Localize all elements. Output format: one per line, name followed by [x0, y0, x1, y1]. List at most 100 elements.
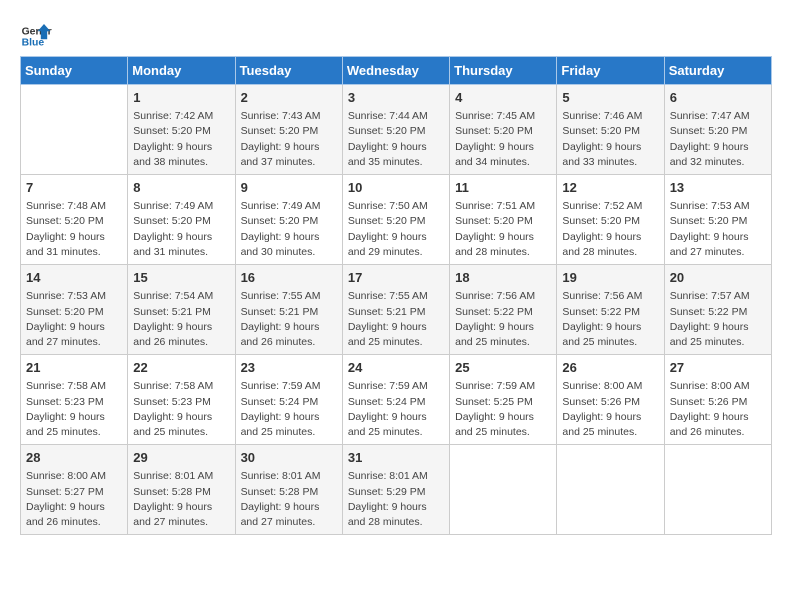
- calendar-cell: 25 Sunrise: 7:59 AMSunset: 5:25 PMDayligh…: [450, 355, 557, 445]
- day-number: 18: [455, 269, 551, 287]
- day-number: 26: [562, 359, 658, 377]
- calendar-cell: 5 Sunrise: 7:46 AMSunset: 5:20 PMDaylight…: [557, 85, 664, 175]
- calendar-cell: 18 Sunrise: 7:56 AMSunset: 5:22 PMDayligh…: [450, 265, 557, 355]
- day-number: 14: [26, 269, 122, 287]
- calendar-cell: 27 Sunrise: 8:00 AMSunset: 5:26 PMDayligh…: [664, 355, 771, 445]
- calendar-cell: 2Sunrise: 7:43 AMSunset: 5:20 PMDaylight…: [235, 85, 342, 175]
- day-number: 13: [670, 179, 766, 197]
- day-info: Sunrise: 7:54 AMSunset: 5:21 PMDaylight:…: [133, 289, 229, 350]
- day-info: Sunrise: 7:49 AMSunset: 5:20 PMDaylight:…: [133, 199, 229, 260]
- column-header-sunday: Sunday: [21, 57, 128, 85]
- day-number: 9: [241, 179, 337, 197]
- column-header-tuesday: Tuesday: [235, 57, 342, 85]
- day-info: Sunrise: 7:55 AMSunset: 5:21 PMDaylight:…: [241, 289, 337, 350]
- svg-text:Blue: Blue: [22, 38, 45, 49]
- page-header: General Blue: [20, 20, 772, 52]
- day-info: Sunrise: 7:49 AMSunset: 5:20 PMDaylight:…: [241, 199, 337, 260]
- calendar-cell: 6 Sunrise: 7:47 AMSunset: 5:20 PMDaylight…: [664, 85, 771, 175]
- day-info: Sunrise: 7:50 AMSunset: 5:20 PMDaylight:…: [348, 199, 444, 260]
- logo-icon: General Blue: [20, 20, 52, 52]
- calendar-cell: 20 Sunrise: 7:57 AMSunset: 5:22 PMDayligh…: [664, 265, 771, 355]
- day-number: 1: [133, 89, 229, 107]
- day-info: Sunrise: 7:47 AMSunset: 5:20 PMDaylight:…: [670, 109, 766, 170]
- day-number: 31: [348, 449, 444, 467]
- day-info: Sunrise: 7:46 AMSunset: 5:20 PMDaylight:…: [562, 109, 658, 170]
- calendar-cell: [21, 85, 128, 175]
- calendar-cell: 14 Sunrise: 7:53 AMSunset: 5:20 PMDayligh…: [21, 265, 128, 355]
- calendar-cell: 19 Sunrise: 7:56 AMSunset: 5:22 PMDayligh…: [557, 265, 664, 355]
- calendar-cell: [664, 445, 771, 535]
- column-header-saturday: Saturday: [664, 57, 771, 85]
- calendar-cell: 15 Sunrise: 7:54 AMSunset: 5:21 PMDayligh…: [128, 265, 235, 355]
- day-info: Sunrise: 7:58 AMSunset: 5:23 PMDaylight:…: [133, 379, 229, 440]
- day-number: 23: [241, 359, 337, 377]
- day-info: Sunrise: 7:45 AMSunset: 5:20 PMDaylight:…: [455, 109, 551, 170]
- calendar-cell: 21 Sunrise: 7:58 AMSunset: 5:23 PMDayligh…: [21, 355, 128, 445]
- calendar-cell: 10Sunrise: 7:50 AMSunset: 5:20 PMDayligh…: [342, 175, 449, 265]
- calendar-cell: 30 Sunrise: 8:01 AMSunset: 5:28 PMDayligh…: [235, 445, 342, 535]
- calendar-cell: [557, 445, 664, 535]
- day-info: Sunrise: 7:48 AMSunset: 5:20 PMDaylight:…: [26, 199, 122, 260]
- calendar-cell: 29 Sunrise: 8:01 AMSunset: 5:28 PMDayligh…: [128, 445, 235, 535]
- day-info: Sunrise: 7:59 AMSunset: 5:24 PMDaylight:…: [241, 379, 337, 440]
- day-info: Sunrise: 8:00 AMSunset: 5:27 PMDaylight:…: [26, 469, 122, 530]
- day-number: 28: [26, 449, 122, 467]
- day-info: Sunrise: 7:51 AMSunset: 5:20 PMDaylight:…: [455, 199, 551, 260]
- day-info: Sunrise: 7:44 AMSunset: 5:20 PMDaylight:…: [348, 109, 444, 170]
- calendar-cell: 28 Sunrise: 8:00 AMSunset: 5:27 PMDayligh…: [21, 445, 128, 535]
- day-info: Sunrise: 7:58 AMSunset: 5:23 PMDaylight:…: [26, 379, 122, 440]
- column-header-friday: Friday: [557, 57, 664, 85]
- day-number: 27: [670, 359, 766, 377]
- calendar-cell: 24 Sunrise: 7:59 AMSunset: 5:24 PMDayligh…: [342, 355, 449, 445]
- calendar-cell: 26 Sunrise: 8:00 AMSunset: 5:26 PMDayligh…: [557, 355, 664, 445]
- day-number: 3: [348, 89, 444, 107]
- day-number: 15: [133, 269, 229, 287]
- calendar-cell: 12 Sunrise: 7:52 AMSunset: 5:20 PMDayligh…: [557, 175, 664, 265]
- day-number: 7: [26, 179, 122, 197]
- day-info: Sunrise: 7:53 AMSunset: 5:20 PMDaylight:…: [26, 289, 122, 350]
- day-info: Sunrise: 7:59 AMSunset: 5:25 PMDaylight:…: [455, 379, 551, 440]
- calendar-cell: 7 Sunrise: 7:48 AMSunset: 5:20 PMDaylight…: [21, 175, 128, 265]
- day-number: 6: [670, 89, 766, 107]
- day-number: 25: [455, 359, 551, 377]
- day-number: 24: [348, 359, 444, 377]
- day-info: Sunrise: 8:00 AMSunset: 5:26 PMDaylight:…: [670, 379, 766, 440]
- day-number: 2: [241, 89, 337, 107]
- calendar-table: SundayMondayTuesdayWednesdayThursdayFrid…: [20, 56, 772, 535]
- day-info: Sunrise: 8:01 AMSunset: 5:28 PMDaylight:…: [241, 469, 337, 530]
- calendar-cell: [450, 445, 557, 535]
- day-info: Sunrise: 8:00 AMSunset: 5:26 PMDaylight:…: [562, 379, 658, 440]
- day-info: Sunrise: 7:56 AMSunset: 5:22 PMDaylight:…: [562, 289, 658, 350]
- column-header-thursday: Thursday: [450, 57, 557, 85]
- day-number: 12: [562, 179, 658, 197]
- calendar-cell: 17Sunrise: 7:55 AMSunset: 5:21 PMDayligh…: [342, 265, 449, 355]
- day-info: Sunrise: 7:52 AMSunset: 5:20 PMDaylight:…: [562, 199, 658, 260]
- day-number: 19: [562, 269, 658, 287]
- calendar-cell: 8 Sunrise: 7:49 AMSunset: 5:20 PMDaylight…: [128, 175, 235, 265]
- day-number: 4: [455, 89, 551, 107]
- calendar-cell: 31 Sunrise: 8:01 AMSunset: 5:29 PMDayligh…: [342, 445, 449, 535]
- day-info: Sunrise: 8:01 AMSunset: 5:28 PMDaylight:…: [133, 469, 229, 530]
- calendar-cell: 11Sunrise: 7:51 AMSunset: 5:20 PMDayligh…: [450, 175, 557, 265]
- calendar-cell: 3 Sunrise: 7:44 AMSunset: 5:20 PMDaylight…: [342, 85, 449, 175]
- calendar-cell: 16 Sunrise: 7:55 AMSunset: 5:21 PMDayligh…: [235, 265, 342, 355]
- day-info: Sunrise: 7:59 AMSunset: 5:24 PMDaylight:…: [348, 379, 444, 440]
- day-number: 5: [562, 89, 658, 107]
- day-info: Sunrise: 7:56 AMSunset: 5:22 PMDaylight:…: [455, 289, 551, 350]
- day-number: 22: [133, 359, 229, 377]
- day-number: 16: [241, 269, 337, 287]
- day-info: Sunrise: 7:53 AMSunset: 5:20 PMDaylight:…: [670, 199, 766, 260]
- day-number: 21: [26, 359, 122, 377]
- day-info: Sunrise: 8:01 AMSunset: 5:29 PMDaylight:…: [348, 469, 444, 530]
- day-number: 20: [670, 269, 766, 287]
- day-number: 8: [133, 179, 229, 197]
- day-info: Sunrise: 7:57 AMSunset: 5:22 PMDaylight:…: [670, 289, 766, 350]
- logo: General Blue: [20, 20, 52, 52]
- day-number: 17: [348, 269, 444, 287]
- calendar-cell: 13 Sunrise: 7:53 AMSunset: 5:20 PMDayligh…: [664, 175, 771, 265]
- day-number: 30: [241, 449, 337, 467]
- day-number: 29: [133, 449, 229, 467]
- day-info: Sunrise: 7:42 AMSunset: 5:20 PMDaylight:…: [133, 109, 229, 170]
- calendar-cell: 9 Sunrise: 7:49 AMSunset: 5:20 PMDaylight…: [235, 175, 342, 265]
- calendar-cell: 1 Sunrise: 7:42 AMSunset: 5:20 PMDaylight…: [128, 85, 235, 175]
